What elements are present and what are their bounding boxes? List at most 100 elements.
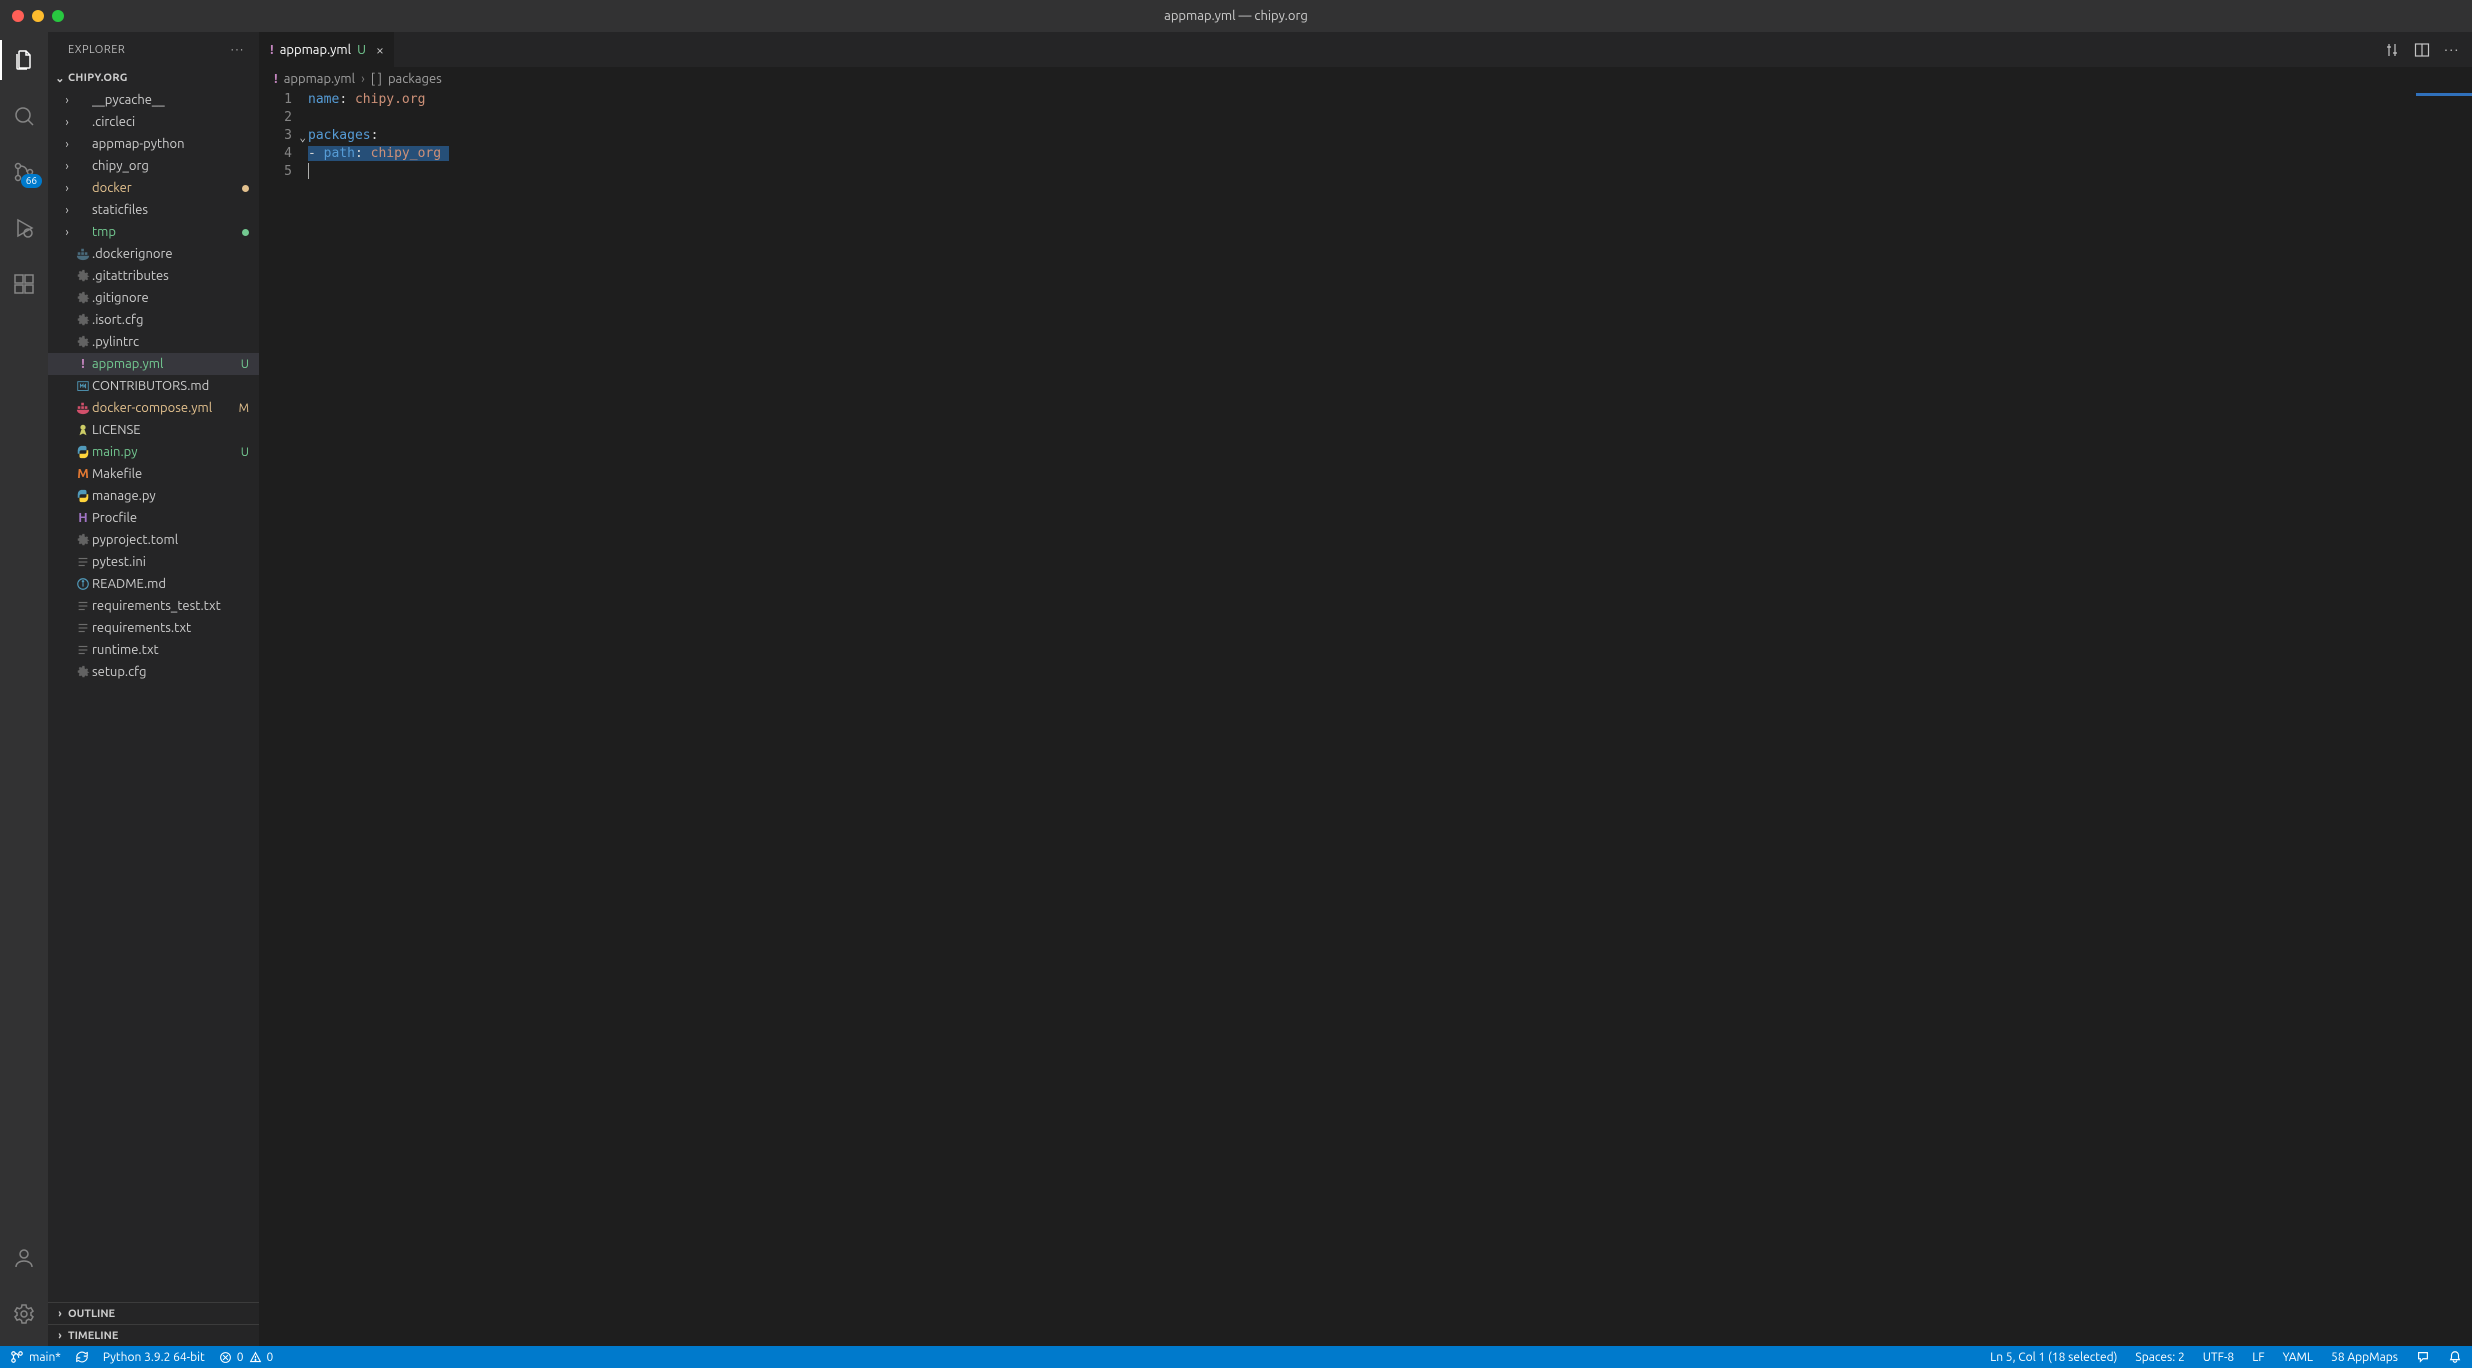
folder-row[interactable]: ›appmap-python [48, 133, 259, 155]
file-row[interactable]: HProcfile [48, 507, 259, 529]
folder-row[interactable]: ›__pycache__ [48, 89, 259, 111]
file-row[interactable]: docker-compose.ymlM [48, 397, 259, 419]
file-row[interactable]: main.pyU [48, 441, 259, 463]
tree-item-label: appmap-python [92, 137, 249, 151]
tab-appmap-yml[interactable]: ! appmap.yml U × [260, 32, 395, 67]
tree-item-label: main.py [92, 445, 237, 459]
file-row[interactable]: .gitattributes [48, 265, 259, 287]
minimap-region [2416, 93, 2472, 96]
status-bell[interactable] [2448, 1350, 2462, 1364]
python-version: Python 3.9.2 64-bit [103, 1351, 205, 1364]
titlebar: appmap.yml — chipy.org [0, 0, 2472, 32]
folder-row[interactable]: ›staticfiles [48, 199, 259, 221]
docker-icon [74, 247, 92, 261]
status-encoding[interactable]: UTF-8 [2203, 1351, 2234, 1364]
md-icon [74, 379, 92, 393]
status-problems[interactable]: 0 0 [219, 1351, 274, 1364]
activity-explorer[interactable] [0, 40, 48, 80]
sidebar-more-button[interactable]: ··· [231, 44, 245, 56]
file-row[interactable]: requirements_test.txt [48, 595, 259, 617]
file-row[interactable]: .pylintrc [48, 331, 259, 353]
file-row[interactable]: manage.py [48, 485, 259, 507]
tree-item-label: .dockerignore [92, 247, 249, 261]
file-row[interactable]: LICENSE [48, 419, 259, 441]
editor-more-button[interactable]: ··· [2444, 43, 2460, 57]
status-cursor[interactable]: Ln 5, Col 1 (18 selected) [1990, 1351, 2117, 1364]
file-row[interactable]: MMakefile [48, 463, 259, 485]
status-eol[interactable]: LF [2252, 1351, 2264, 1364]
file-row[interactable]: pyproject.toml [48, 529, 259, 551]
activity-settings[interactable] [0, 1294, 48, 1334]
file-row[interactable]: .isort.cfg [48, 309, 259, 331]
file-row[interactable]: setup.cfg [48, 661, 259, 683]
breadcrumb-separator-icon: › [361, 72, 365, 86]
maximize-window-button[interactable] [52, 10, 64, 22]
breadcrumbs[interactable]: ! appmap.yml › [ ] packages [260, 67, 2472, 91]
sidebar-outline-section[interactable]: › OUTLINE [48, 1302, 259, 1324]
status-branch[interactable]: main* [10, 1350, 61, 1364]
minimize-window-button[interactable] [32, 10, 44, 22]
diff-icon [2384, 42, 2400, 58]
tree-item-label: docker-compose.yml [92, 401, 235, 415]
py-icon [74, 445, 92, 459]
activity-extensions[interactable] [0, 264, 48, 304]
activity-scm[interactable]: 66 [0, 152, 48, 192]
tab-actions: ··· [2384, 32, 2472, 67]
folder-row[interactable]: ›.circleci [48, 111, 259, 133]
chevron-right-icon: › [60, 160, 74, 173]
activity-search[interactable] [0, 96, 48, 136]
code-editor[interactable]: 123⌄45 name: chipy.orgpackages:- path: c… [260, 91, 2472, 1346]
tree-item-label: staticfiles [92, 203, 249, 217]
status-bar: main* Python 3.9.2 64-bit 0 0 Ln 5, Col … [0, 1346, 2472, 1368]
file-row[interactable]: runtime.txt [48, 639, 259, 661]
account-icon [12, 1246, 36, 1270]
folder-row[interactable]: ›tmp [48, 221, 259, 243]
minimap[interactable] [2392, 91, 2472, 1346]
bang-icon: ! [74, 357, 92, 371]
activity-accounts[interactable] [0, 1238, 48, 1278]
close-window-button[interactable] [12, 10, 24, 22]
code-content[interactable]: name: chipy.orgpackages:- path: chipy_or… [308, 91, 2472, 1346]
tree-item-label: .isort.cfg [92, 313, 249, 327]
git-dot-decoration [242, 229, 249, 236]
activity-bar: 66 [0, 32, 48, 1346]
tab-close-button[interactable]: × [376, 42, 384, 58]
status-spaces[interactable]: Spaces: 2 [2135, 1351, 2184, 1364]
file-row[interactable]: !appmap.ymlU [48, 353, 259, 375]
tree-item-label: CONTRIBUTORS.md [92, 379, 249, 393]
tree-item-label: chipy_org [92, 159, 249, 173]
folder-row[interactable]: ›docker [48, 177, 259, 199]
chevron-right-icon: › [60, 182, 74, 195]
status-sync[interactable] [75, 1350, 89, 1364]
file-tree[interactable]: ›__pycache__›.circleci›appmap-python›chi… [48, 89, 259, 1302]
sidebar-folder-header[interactable]: ⌄ CHIPY.ORG [48, 67, 259, 89]
chevron-right-icon: › [60, 226, 74, 239]
breadcrumb-file[interactable]: appmap.yml [284, 72, 355, 86]
sidebar-timeline-section[interactable]: › TIMELINE [48, 1324, 259, 1346]
gear-icon [74, 313, 92, 327]
status-feedback[interactable] [2416, 1350, 2430, 1364]
file-row[interactable]: .dockerignore [48, 243, 259, 265]
folder-row[interactable]: › chipy_org [48, 155, 259, 177]
activity-run-debug[interactable] [0, 208, 48, 248]
status-language[interactable]: YAML [2283, 1351, 2313, 1364]
status-appmaps[interactable]: 58 AppMaps [2331, 1351, 2398, 1364]
file-row[interactable]: CONTRIBUTORS.md [48, 375, 259, 397]
breadcrumb-symbol[interactable]: packages [388, 72, 442, 86]
compare-changes-button[interactable] [2384, 42, 2400, 58]
traffic-lights [12, 10, 64, 22]
split-editor-button[interactable] [2414, 42, 2430, 58]
file-row[interactable]: requirements.txt [48, 617, 259, 639]
gear-icon [12, 1302, 36, 1326]
proc-icon: H [74, 511, 92, 525]
error-count: 0 [237, 1351, 244, 1364]
extensions-icon [12, 272, 36, 296]
file-row[interactable]: README.md [48, 573, 259, 595]
fold-chevron-icon[interactable]: ⌄ [299, 129, 306, 147]
file-row[interactable]: .gitignore [48, 287, 259, 309]
tree-item-label: requirements_test.txt [92, 599, 249, 613]
tree-item-label: Procfile [92, 511, 249, 525]
status-python[interactable]: Python 3.9.2 64-bit [103, 1351, 205, 1364]
gear-icon [74, 533, 92, 547]
file-row[interactable]: pytest.ini [48, 551, 259, 573]
